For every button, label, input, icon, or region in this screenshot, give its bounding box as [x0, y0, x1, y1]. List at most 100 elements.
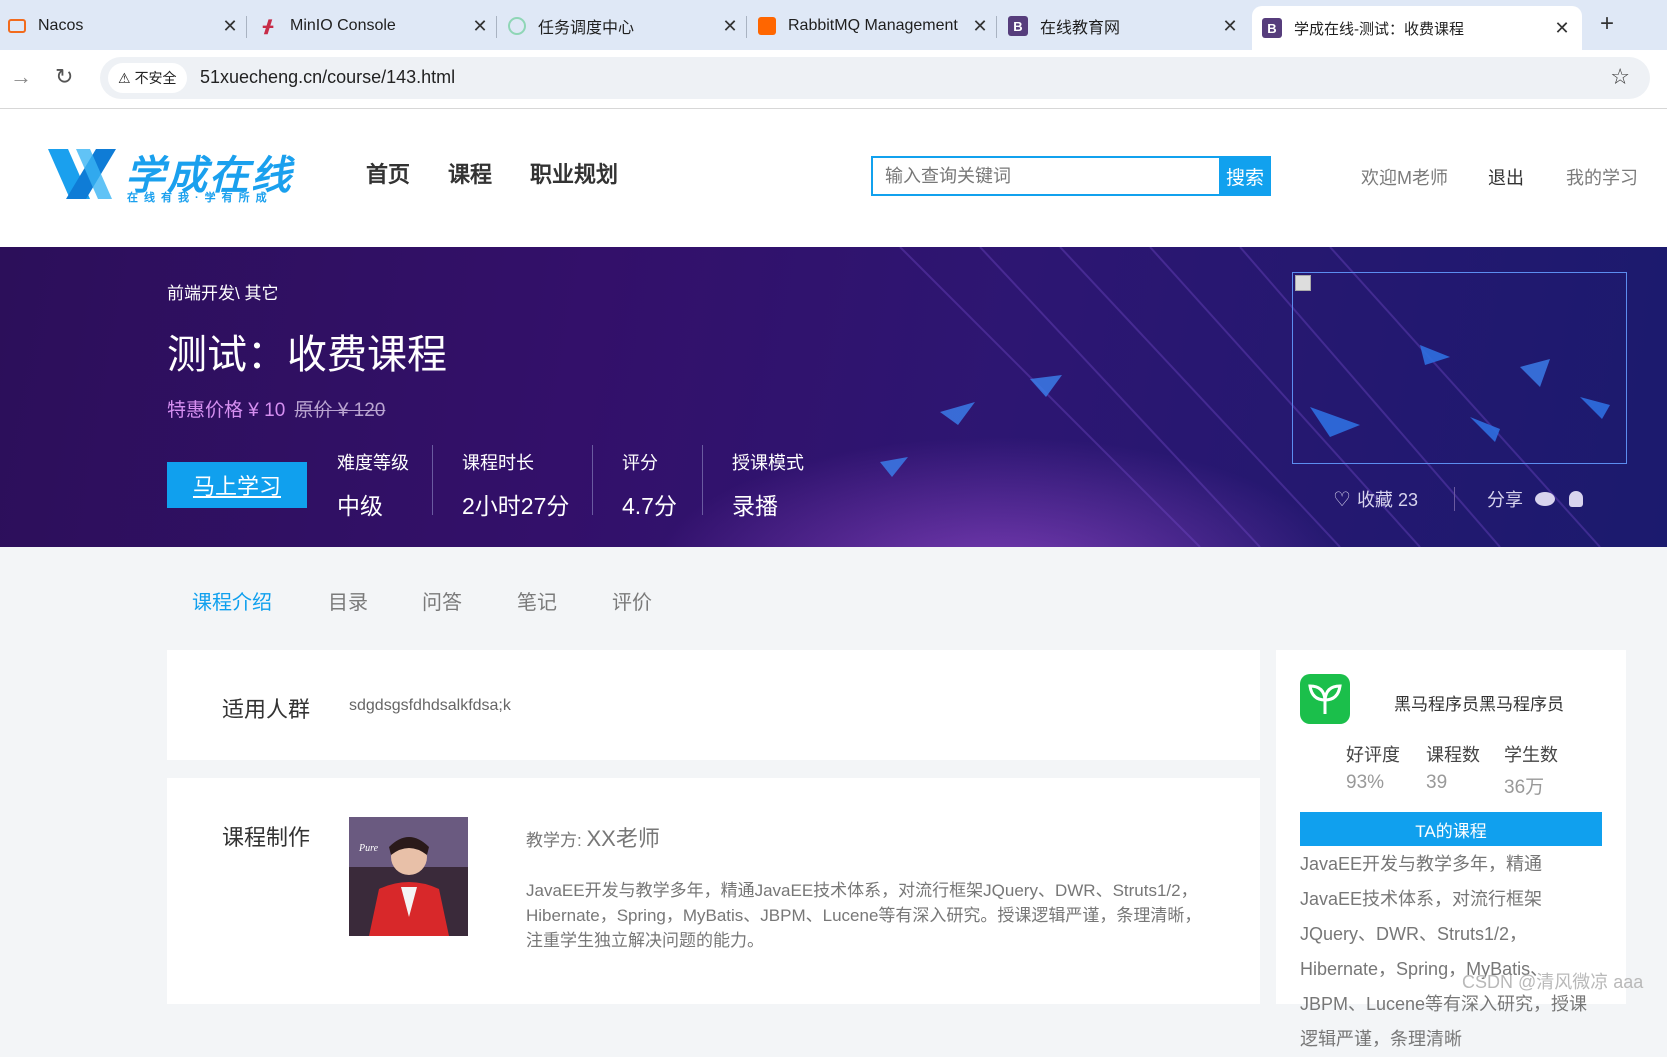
stat-label: 学生数 [1504, 745, 1558, 765]
tab-nacos[interactable]: Nacos ✕ [8, 6, 240, 46]
stat-value: 93% [1346, 772, 1385, 793]
breadcrumb[interactable]: 前端开发\ 其它 [167, 279, 278, 304]
url-text[interactable]: 51xuecheng.cn/course/143.html [200, 67, 455, 88]
teacher-name: XX老师 [586, 826, 660, 851]
divider [702, 445, 703, 515]
reload-icon[interactable]: ↻ [55, 64, 73, 90]
site-header: 学成在线 在线有我·学有所成 首页 课程 职业规划 搜索 欢迎M老师 退出 我的… [0, 109, 1667, 247]
close-icon[interactable]: ✕ [470, 16, 490, 37]
search-input[interactable] [873, 158, 1213, 194]
nav-career[interactable]: 职业规划 [530, 157, 618, 189]
org-description: JavaEE开发与教学多年，精通JavaEE技术体系，对流行框架JQuery、D… [1300, 854, 1588, 1049]
logout-link[interactable]: 退出 [1488, 164, 1524, 190]
logo-mark-icon[interactable] [46, 145, 118, 203]
org-avatar[interactable] [1300, 674, 1350, 724]
favorite-count: 收藏 23 [1356, 490, 1418, 510]
wechat-icon[interactable] [1535, 492, 1555, 506]
course-cover-image [1292, 272, 1627, 464]
course-banner: 前端开发\ 其它 测试：收费课程 特惠价格 ¥ 10 原价 ¥ 120 马上学习… [0, 247, 1667, 547]
stat-value: 39 [1426, 772, 1448, 793]
tab-minio[interactable]: ᚋ MinIO Console ✕ [258, 6, 490, 46]
suitable-value: sdgdsgsfdhdsalkfdsa;k [349, 697, 511, 714]
browser-tab-bar: Nacos ✕ ᚋ MinIO Console ✕ 任务调度中心 ✕ Rabbi… [0, 0, 1667, 50]
org-name[interactable]: 黑马程序员黑马程序员 [1394, 690, 1564, 715]
stat-teaching-mode: 授课模式 录播 [732, 449, 804, 521]
new-tab-button[interactable]: + [1600, 10, 1614, 38]
teacher-photo: Pure [349, 817, 468, 936]
minio-icon: ᚋ [262, 15, 274, 36]
divider [432, 445, 433, 515]
qq-icon[interactable] [1569, 491, 1583, 507]
stat-label: 课程数 [1426, 745, 1480, 765]
course-title: 测试：收费课程 [167, 333, 447, 377]
close-icon[interactable]: ✕ [720, 16, 740, 37]
tab-label: 在线教育网 [1040, 20, 1121, 37]
stat-label: 好评度 [1346, 745, 1400, 765]
bootstrap-icon: B [1262, 18, 1282, 38]
stat-value: 中级 [337, 493, 383, 519]
close-icon[interactable]: ✕ [1220, 16, 1240, 37]
xxl-job-icon [508, 17, 526, 35]
my-learning-link[interactable]: 我的学习 [1566, 164, 1638, 190]
logo-subtext: 在线有我·学有所成 [127, 192, 273, 204]
tab-label: RabbitMQ Management [788, 17, 958, 34]
stat-value: 36万 [1504, 777, 1545, 798]
nacos-icon [8, 19, 26, 33]
address-bar: → ↻ ⚠ 不安全 51xuecheng.cn/course/143.html … [0, 50, 1667, 109]
tab-label: Nacos [38, 17, 84, 34]
tab-notes[interactable]: 笔记 [517, 586, 557, 615]
divider [1454, 487, 1455, 511]
favorite-button[interactable]: ♡ 收藏 23 [1333, 486, 1418, 512]
learn-now-button[interactable]: 马上学习 [167, 462, 307, 508]
heart-icon: ♡ [1333, 488, 1351, 511]
stat-difficulty: 难度等级 中级 [337, 449, 409, 521]
security-indicator[interactable]: ⚠ 不安全 [108, 63, 187, 93]
sprout-icon [1308, 684, 1342, 714]
teacher-portrait-image: Pure [349, 817, 468, 936]
tab-rabbitmq[interactable]: RabbitMQ Management ✕ [758, 6, 990, 46]
tab-label: 任务调度中心 [538, 20, 635, 37]
bookmark-star-icon[interactable]: ☆ [1610, 64, 1630, 90]
teacher-org-card: 黑马程序员黑马程序员 好评度 93% 课程数 39 学生数 36万 TA的课程 … [1276, 650, 1626, 1049]
nav-home[interactable]: 首页 [366, 157, 410, 189]
tab-reviews[interactable]: 评价 [612, 586, 652, 615]
share-label: 分享 [1487, 490, 1523, 510]
tab-catalog[interactable]: 目录 [328, 586, 368, 615]
tab-xxl-job[interactable]: 任务调度中心 ✕ [508, 6, 740, 46]
stat-duration: 课程时长 2小时27分 [462, 449, 569, 521]
stat-label: 评分 [622, 453, 658, 473]
price-block: 特惠价格 ¥ 10 原价 ¥ 120 [167, 395, 385, 422]
suitable-audience-card: 适用人群 sdgdsgsfdhdsalkfdsa;k [167, 650, 1260, 760]
teacher-name-line: 教学方: XX老师 [526, 821, 660, 853]
teacher-label: 教学方: [526, 831, 582, 850]
nav-courses[interactable]: 课程 [448, 157, 492, 189]
search-box [871, 156, 1221, 196]
welcome-user-link[interactable]: 欢迎M老师 [1361, 164, 1448, 190]
rabbitmq-icon [758, 17, 776, 35]
omnibox[interactable]: ⚠ 不安全 51xuecheng.cn/course/143.html ☆ [100, 57, 1650, 99]
svg-text:Pure: Pure [358, 843, 379, 854]
close-icon[interactable]: ✕ [970, 16, 990, 37]
forward-icon[interactable]: → [10, 64, 32, 90]
security-label: 不安全 [134, 70, 177, 86]
stat-value: 录播 [732, 493, 778, 519]
stat-value: 2小时27分 [462, 493, 570, 519]
csdn-watermark: CSDN @清风微凉 aaa [1462, 972, 1644, 992]
tab-online-edu[interactable]: B 在线教育网 ✕ [1008, 6, 1240, 46]
discount-price: 特惠价格 ¥ 10 [167, 400, 286, 421]
tab-label: 学成在线-测试：收费课程 [1294, 20, 1464, 38]
stat-label: 难度等级 [337, 453, 409, 473]
search-button[interactable]: 搜索 [1219, 156, 1271, 196]
tab-qa[interactable]: 问答 [422, 586, 462, 615]
share-group: 分享 [1487, 486, 1583, 512]
tab-course-intro[interactable]: 课程介绍 [192, 586, 272, 615]
original-price: 原价 ¥ 120 [294, 400, 386, 421]
close-icon[interactable]: ✕ [1552, 18, 1572, 39]
ta-courses-button[interactable]: TA的课程 [1300, 812, 1602, 846]
stat-label: 课程时长 [462, 453, 534, 473]
bootstrap-icon: B [1008, 16, 1028, 36]
broken-image-icon [1295, 275, 1311, 291]
tab-active-course[interactable]: B 学成在线-测试：收费课程 ✕ [1252, 6, 1582, 50]
tab-label: MinIO Console [290, 17, 396, 34]
close-icon[interactable]: ✕ [220, 16, 240, 37]
